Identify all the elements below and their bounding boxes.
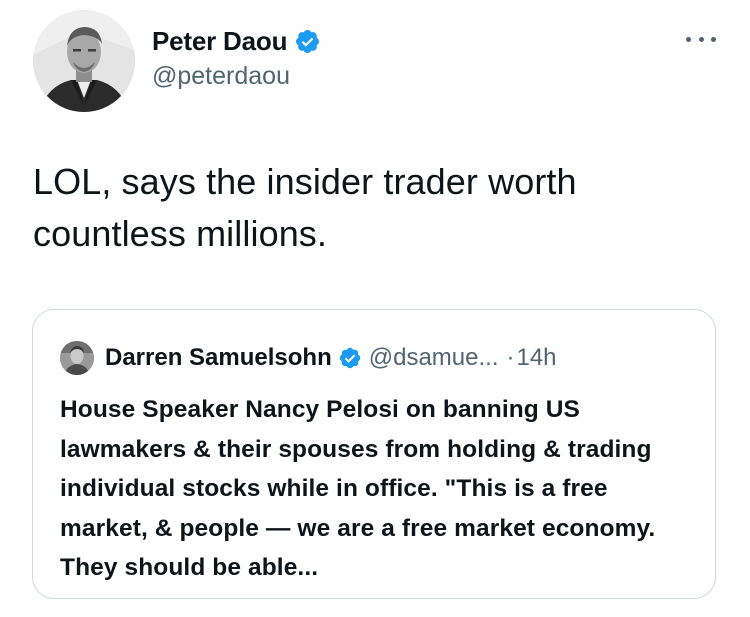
profile-photo-avatar — [33, 10, 135, 112]
more-options-button[interactable] — [686, 31, 716, 47]
quoted-author-avatar-icon — [60, 341, 94, 375]
author-handle[interactable]: @peterdaou — [152, 62, 290, 91]
verified-badge-icon — [338, 346, 362, 370]
quoted-tweet-header: Darren Samuelsohn @dsamue... · 14h — [60, 340, 557, 376]
quoted-time-separator: · — [506, 344, 515, 371]
quoted-tweet-time[interactable]: 14h — [516, 344, 556, 372]
quoted-tweet-card[interactable]: Darren Samuelsohn @dsamue... · 14h House… — [32, 309, 716, 599]
verified-badge-icon — [294, 28, 321, 55]
quoted-author-avatar[interactable] — [60, 341, 94, 375]
author-display-name[interactable]: Peter Daou — [152, 26, 287, 57]
quoted-author-name[interactable]: Darren Samuelsohn — [105, 344, 332, 372]
author-avatar[interactable] — [33, 10, 135, 112]
more-options-icon-dot — [686, 36, 691, 42]
tweet-text: LOL, says the insider trader worth count… — [33, 161, 577, 254]
more-options-icon-dot — [711, 36, 716, 42]
quoted-author-handle[interactable]: @dsamue... — [369, 344, 499, 372]
quoted-tweet-text: House Speaker Nancy Pelosi on banning US… — [60, 396, 656, 581]
more-options-icon-dot — [698, 36, 704, 42]
